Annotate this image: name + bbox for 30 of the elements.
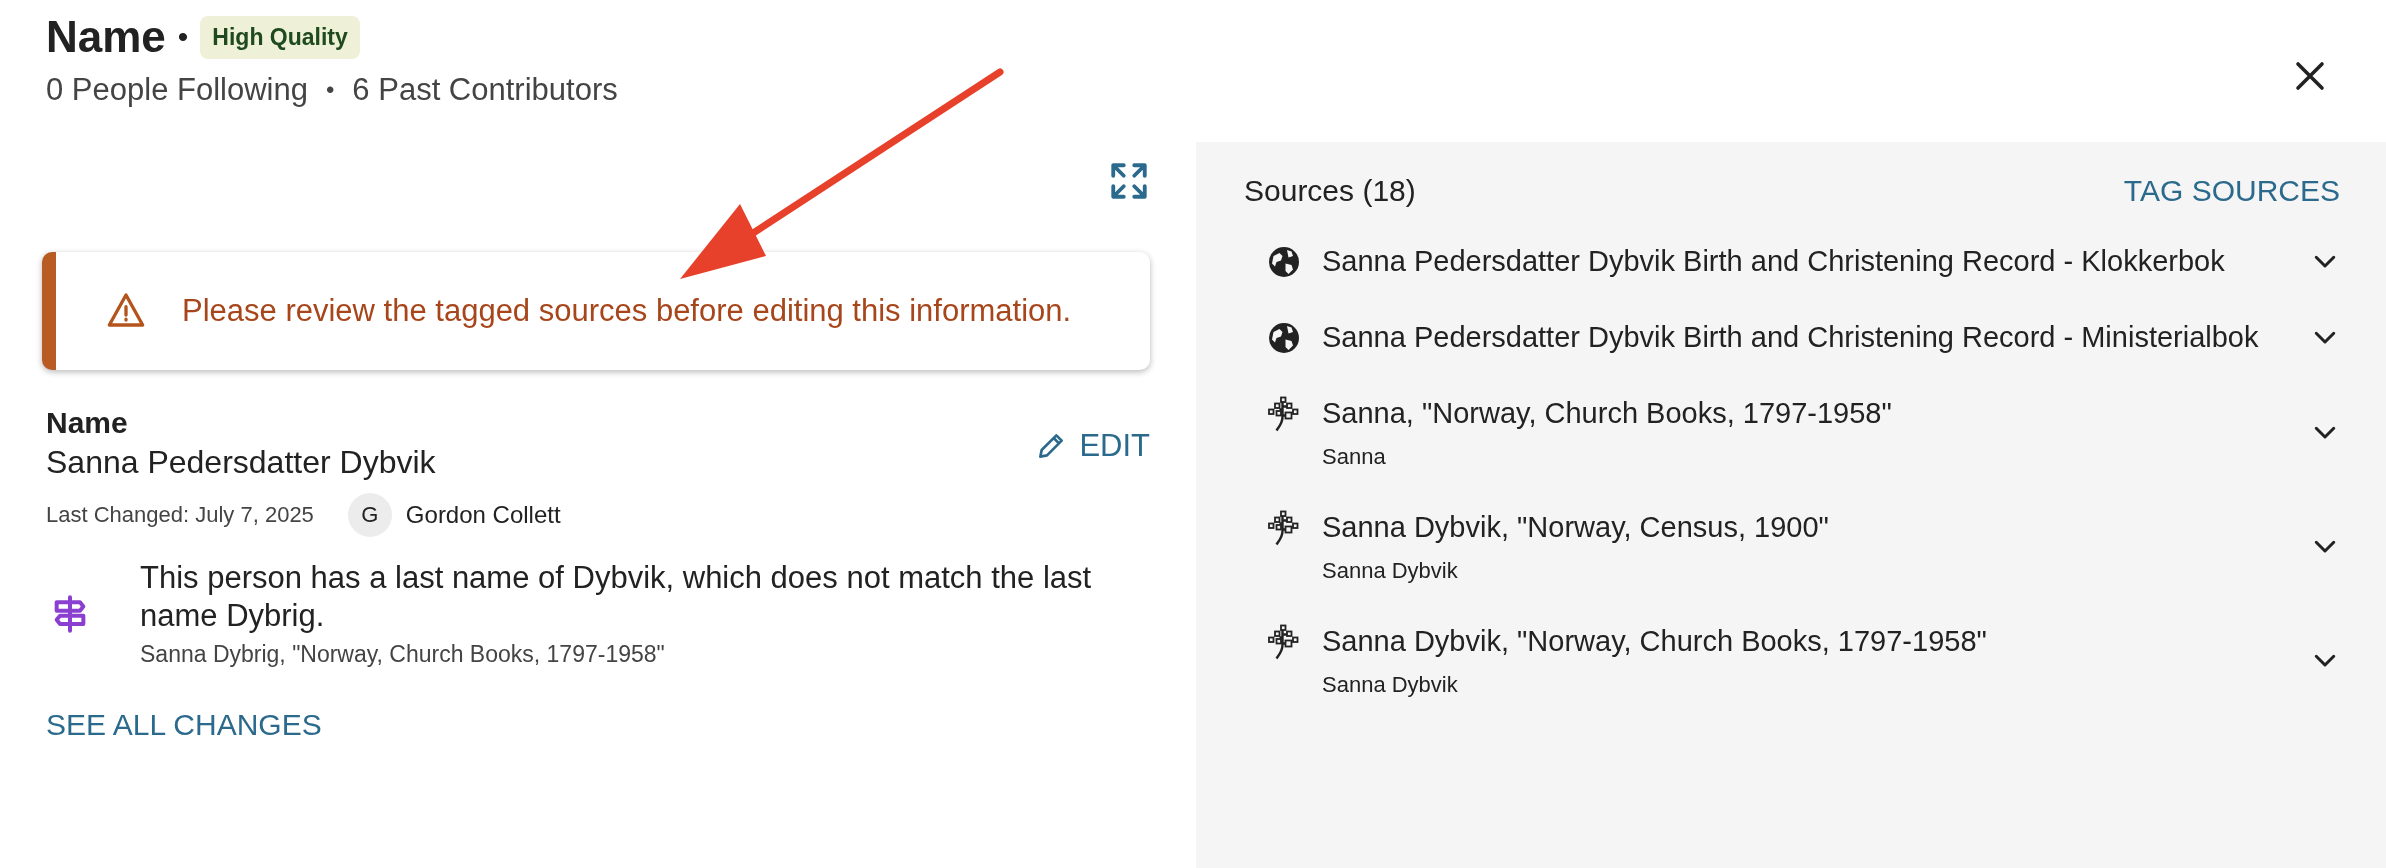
source-subtitle: Sanna Dybvik (1322, 672, 1459, 698)
contributors-count[interactable]: 6 Past Contributors (352, 72, 618, 108)
source-subtitle: Sanna Dybvik (1322, 558, 1459, 584)
contributor-name[interactable]: Gordon Collett (405, 501, 561, 529)
last-changed-date: Last Changed: July 7, 2025 (46, 502, 314, 528)
expand-icon[interactable] (1108, 160, 1150, 202)
alert-message: Please review the tagged sources before editing this information. (182, 292, 1072, 330)
avatar-initial: G (347, 493, 392, 537)
notice-message: This person has a last name of Dybvik, which does not match the last name Dybrig. (140, 559, 1093, 635)
globe-icon (1266, 244, 1302, 280)
following-count[interactable]: 0 People Following (46, 72, 308, 108)
source-title[interactable]: Sanna, "Norway, Church Books, 1797-1958" (1322, 394, 2290, 432)
globe-icon (1266, 320, 1302, 356)
edit-button[interactable]: EDIT (1035, 426, 1150, 466)
warning-icon (106, 290, 146, 330)
page-title: Name (46, 12, 166, 62)
field-value: Sanna Pedersdatter Dybvik (46, 444, 436, 481)
source-title[interactable]: Sanna Pedersdatter Dybvik Birth and Christening Record - Ministerialbok (1322, 318, 2290, 356)
notice-source: Sanna Dybrig, "Norway, Church Books, 1797-1958" (140, 641, 666, 668)
sources-heading: Sources (18) (1244, 174, 1416, 208)
separator-dot: • (325, 76, 335, 104)
source-subtitle: Sanna (1322, 444, 1387, 470)
field-label: Name (46, 406, 129, 440)
source-title[interactable]: Sanna Dybvik, "Norway, Census, 1900" (1322, 508, 2290, 546)
tag-sources-link[interactable]: TAG SOURCES (2123, 174, 2340, 208)
separator-dot: • (177, 20, 189, 54)
quality-badge: High Quality (200, 15, 360, 59)
source-title[interactable]: Sanna Pedersdatter Dybvik Birth and Christening Record - Klokkerbok (1322, 242, 2290, 280)
source-title[interactable]: Sanna Dybvik, "Norway, Church Books, 1797-1958" (1322, 622, 2290, 660)
see-all-changes-link[interactable]: SEE ALL CHANGES (46, 708, 322, 742)
